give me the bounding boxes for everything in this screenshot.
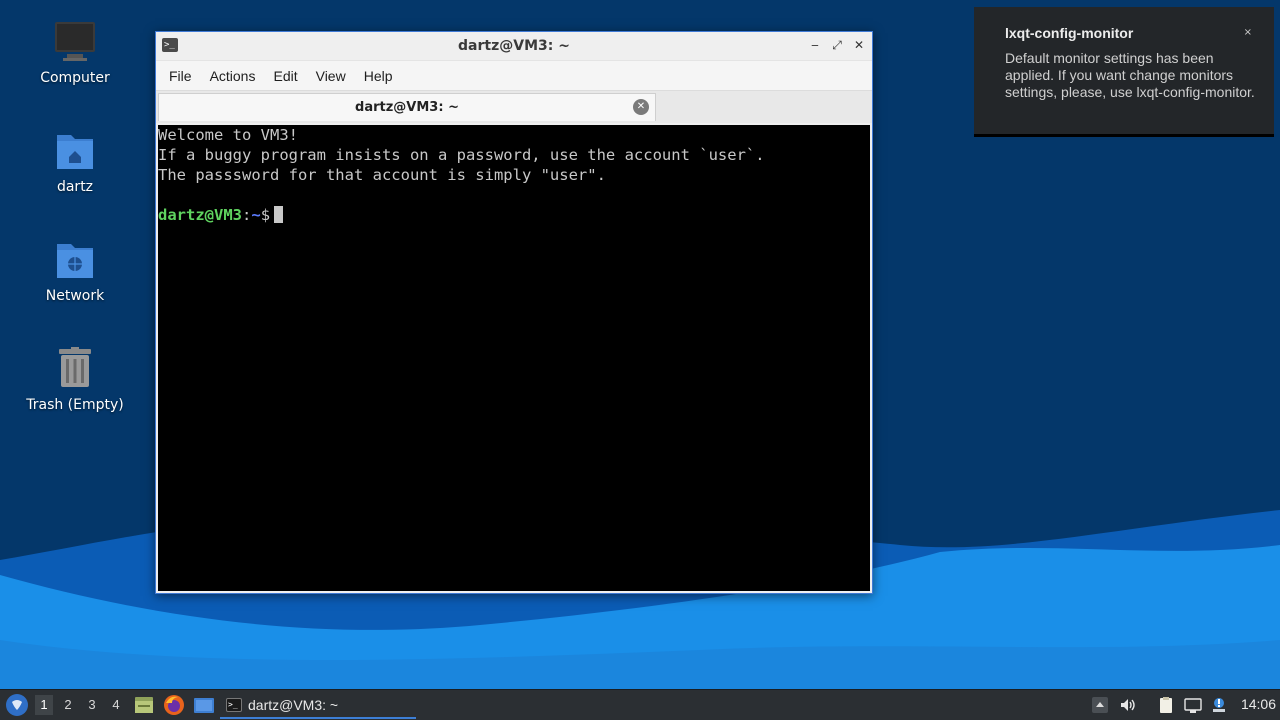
desktop-switch-3[interactable]: 3 (83, 695, 101, 715)
menu-actions[interactable]: Actions (201, 68, 265, 84)
notification-popup[interactable]: lxqt-config-monitor Default monitor sett… (974, 7, 1274, 137)
prompt-user-host: dartz@VM3 (158, 206, 242, 224)
volume-icon[interactable] (1119, 696, 1137, 714)
desktop-icon-trash[interactable]: Trash (Empty) (0, 347, 150, 413)
desktop-icon-computer[interactable]: Computer (0, 20, 150, 86)
clock[interactable]: 14:06 (1241, 696, 1276, 712)
menu-help[interactable]: Help (355, 68, 402, 84)
terminal-line: The passsword for that account is simply… (158, 166, 606, 184)
window-title: dartz@VM3: ~ (458, 38, 570, 54)
menu-view[interactable]: View (307, 68, 355, 84)
taskbar: 1 2 3 4 >_ dartz@VM3: ~ 14:06 (0, 689, 1280, 720)
terminal-output[interactable]: Welcome to VM3! If a buggy program insis… (158, 125, 870, 591)
lxqt-start-icon[interactable] (6, 694, 28, 716)
terminal-line: If a buggy program insists on a password… (158, 146, 765, 164)
close-button[interactable]: ✕ (852, 38, 866, 52)
desktop-icon-label: Trash (Empty) (26, 397, 124, 413)
update-notifier-icon[interactable] (1210, 696, 1228, 714)
desktop-icon-label: dartz (56, 179, 94, 195)
maximize-button[interactable]: ⤢ (830, 38, 844, 52)
prompt-symbol: $ (260, 206, 271, 224)
window-controls: ‒ ⤢ ✕ (808, 38, 866, 52)
terminal-prompt: dartz@VM3:~$ (158, 205, 870, 225)
terminal-window[interactable]: >_ dartz@VM3: ~ ‒ ⤢ ✕ File Actions Edit … (155, 31, 873, 594)
file-manager-icon[interactable] (133, 694, 155, 716)
show-desktop-icon[interactable] (193, 694, 215, 716)
clipboard-icon[interactable] (1157, 696, 1175, 714)
tab-label: dartz@VM3: ~ (355, 100, 459, 115)
menu-file[interactable]: File (160, 68, 201, 84)
menu-edit[interactable]: Edit (264, 68, 306, 84)
firefox-icon[interactable] (163, 694, 185, 716)
notification-body: Default monitor settings has been applie… (1005, 50, 1255, 100)
desktop-icon-home-folder[interactable]: dartz (0, 129, 150, 195)
tab-close-icon[interactable]: ✕ (633, 99, 649, 115)
terminal-line: Welcome to VM3! (158, 126, 298, 144)
trash-icon (53, 347, 97, 391)
terminal-icon: >_ (226, 697, 242, 712)
notification-title: lxqt-config-monitor (1005, 25, 1134, 41)
desktop-icon-label: Computer (40, 70, 110, 86)
menu-bar: File Actions Edit View Help (156, 60, 872, 90)
desktop-switch-2[interactable]: 2 (59, 695, 77, 715)
network-folder-icon (53, 238, 97, 282)
window-titlebar[interactable]: >_ dartz@VM3: ~ ‒ ⤢ ✕ (156, 32, 872, 60)
desktop-icon-network[interactable]: Network (0, 238, 150, 304)
computer-icon (53, 20, 97, 64)
terminal-tab[interactable]: dartz@VM3: ~ ✕ (158, 93, 656, 121)
network-icon[interactable] (1184, 696, 1202, 714)
notification-close-icon[interactable]: × (1244, 27, 1252, 38)
minimize-button[interactable]: ‒ (808, 38, 822, 52)
desktop-icon-label: Network (45, 288, 105, 304)
prompt-separator: : (242, 206, 252, 224)
task-label: dartz@VM3: ~ (248, 696, 339, 713)
taskbar-task-terminal[interactable]: >_ dartz@VM3: ~ (220, 692, 416, 719)
tray-up-arrow-icon[interactable] (1091, 696, 1109, 714)
home-folder-icon (53, 129, 97, 173)
tab-bar: dartz@VM3: ~ ✕ (156, 90, 872, 123)
desktop-switch-1[interactable]: 1 (35, 695, 53, 715)
text-cursor (274, 206, 284, 223)
terminal-icon: >_ (162, 38, 178, 52)
prompt-path: ~ (251, 206, 261, 224)
desktop-switch-4[interactable]: 4 (107, 695, 125, 715)
